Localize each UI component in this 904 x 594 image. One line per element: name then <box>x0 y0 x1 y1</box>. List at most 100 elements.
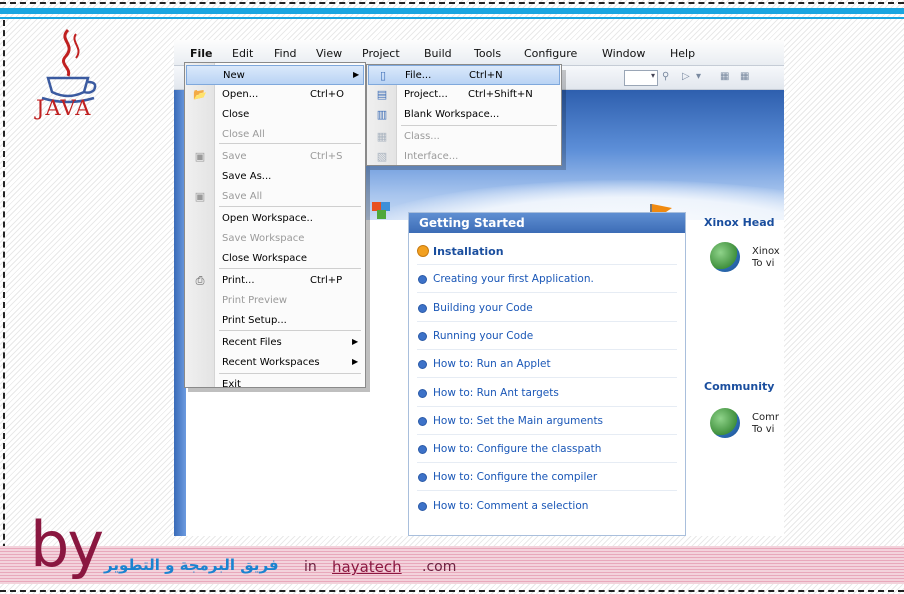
headlines-title: Xinox Head <box>704 216 775 229</box>
new-submenu-item-shortcut: Ctrl+N <box>469 70 503 81</box>
file-menu-item-exit[interactable]: Exit <box>186 375 364 395</box>
link-bullet-icon <box>418 275 427 285</box>
menu-project[interactable]: Project <box>362 47 400 60</box>
file-menu-item-label: Save As... <box>222 171 272 182</box>
file-menu-item-label: Open Workspace.. <box>222 213 313 224</box>
file-icon: ▯ <box>379 69 387 82</box>
file-menu-item-save-all[interactable]: ▣ Save All <box>186 187 364 207</box>
interface-icon: ▧ <box>376 150 388 163</box>
file-menu-item-label: Open... <box>222 89 259 100</box>
link-separator <box>417 292 677 294</box>
community-title: Community <box>704 380 775 393</box>
link-bullet-icon <box>418 445 427 455</box>
file-menu-item-label: Close <box>222 109 250 120</box>
file-menu-item-label: New <box>223 70 245 81</box>
link-separator <box>417 433 677 435</box>
file-menu-item-label: Save <box>222 151 247 162</box>
new-submenu-item-interface[interactable]: ▧ Interface... <box>368 147 560 167</box>
link-separator <box>417 320 677 322</box>
getting-started-link[interactable]: Creating your first Application. <box>433 273 594 285</box>
link-separator <box>417 405 677 407</box>
headlines-text-2: To vi <box>752 258 775 269</box>
community-globe-icon <box>710 408 740 438</box>
link-bullet-icon <box>418 360 427 370</box>
top-accent-bar <box>0 8 904 14</box>
getting-started-link[interactable]: How to: Run an Applet <box>433 358 551 370</box>
menu-build[interactable]: Build <box>424 47 452 60</box>
file-menu-item-close-all[interactable]: Close All <box>186 125 364 145</box>
toolbar-binoculars-icon[interactable]: ⚲ <box>662 71 674 84</box>
file-menu-item-recent-workspaces[interactable]: Recent Workspaces ▶ <box>186 353 364 373</box>
footer-by: by <box>30 508 104 581</box>
file-menu-item-label: Recent Files <box>222 337 282 348</box>
file-menu-item-open[interactable]: 📂 Open... Ctrl+O <box>186 85 364 105</box>
file-menu-item-open-workspace[interactable]: Open Workspace.. <box>186 209 364 229</box>
file-menu-item-save-workspace[interactable]: Save Workspace <box>186 229 364 249</box>
link-bullet-icon <box>418 416 427 426</box>
new-submenu-item-project[interactable]: ▤ Project... Ctrl+Shift+N <box>368 85 560 105</box>
new-submenu-item-label: Blank Workspace... <box>404 109 500 120</box>
file-menu-item-label: Close All <box>222 129 265 140</box>
toolbar-grid2-icon[interactable]: ▦ <box>740 71 752 84</box>
menu-separator <box>219 268 361 269</box>
printer-icon: ⎙ <box>195 274 205 287</box>
menu-help[interactable]: Help <box>670 47 695 60</box>
menu-view[interactable]: View <box>316 47 342 60</box>
file-menu-item-save-as[interactable]: Save As... <box>186 167 364 187</box>
toolbar-grid-icon[interactable]: ▦ <box>720 71 732 84</box>
community-text-2: To vi <box>752 424 775 435</box>
link-separator <box>417 490 677 492</box>
file-menu-item-save[interactable]: ▣ Save Ctrl+S <box>186 147 364 167</box>
java-logo-text: JAVA <box>36 96 92 120</box>
file-menu-item-label: Print Setup... <box>222 315 287 326</box>
new-submenu: ▯ File... Ctrl+N ▤ Project... Ctrl+Shift+N ▥ Bl… <box>366 64 562 166</box>
menu-separator <box>401 125 557 126</box>
new-submenu-item-file[interactable]: ▯ File... Ctrl+N <box>368 65 560 85</box>
toolbar-combo[interactable]: ▾ <box>624 70 658 86</box>
menu-file[interactable]: File <box>190 47 213 60</box>
file-menu-item-close[interactable]: Close <box>186 105 364 125</box>
file-menu-item-print[interactable]: ⎙ Print... Ctrl+P <box>186 271 364 291</box>
bottom-dashed-border <box>0 590 904 592</box>
workspace-icon: ▥ <box>376 108 388 121</box>
getting-started-link[interactable]: How to: Run Ant targets <box>433 387 559 399</box>
file-menu-item-label: Save Workspace <box>222 233 305 244</box>
submenu-arrow-icon: ▶ <box>352 337 359 346</box>
file-menu-item-print-setup[interactable]: Print Setup... <box>186 311 364 331</box>
getting-started-link[interactable]: How to: Set the Main arguments <box>433 415 603 427</box>
footer-in: in <box>304 559 317 575</box>
menu-edit[interactable]: Edit <box>232 47 253 60</box>
getting-started-link[interactable]: How to: Configure the classpath <box>433 443 601 455</box>
menu-find[interactable]: Find <box>274 47 297 60</box>
link-separator <box>417 348 677 350</box>
left-dashed-border <box>3 20 5 580</box>
getting-started-link[interactable]: Building your Code <box>433 302 533 314</box>
menu-window[interactable]: Window <box>602 47 645 60</box>
file-menu-item-recent-files[interactable]: Recent Files ▶ <box>186 333 364 353</box>
footer-site-link[interactable]: hayatech <box>332 558 402 576</box>
toolbar-run-icon[interactable]: ▷ <box>682 71 694 84</box>
link-bullet-icon <box>417 245 429 257</box>
getting-started-link[interactable]: How to: Comment a selection <box>433 500 588 512</box>
menu-separator <box>219 143 361 144</box>
menu-separator <box>219 330 361 331</box>
headlines-globe-icon <box>710 242 740 272</box>
new-submenu-item-shortcut: Ctrl+Shift+N <box>468 89 533 100</box>
save-all-icon: ▣ <box>194 190 206 203</box>
getting-started-link[interactable]: Installation <box>433 245 504 258</box>
new-submenu-item-class[interactable]: ▦ Class... <box>368 127 560 147</box>
menu-configure[interactable]: Configure <box>524 47 577 60</box>
menu-tools[interactable]: Tools <box>474 47 501 60</box>
file-menu-item-new[interactable]: New ▶ <box>186 65 364 85</box>
new-submenu-item-blank-workspace[interactable]: ▥ Blank Workspace... <box>368 105 560 125</box>
new-submenu-item-label: File... <box>405 70 432 81</box>
file-menu-item-label: Print... <box>222 275 255 286</box>
link-separator <box>417 462 677 464</box>
file-menu-item-close-workspace[interactable]: Close Workspace <box>186 249 364 269</box>
file-menu-item-shortcut: Ctrl+S <box>310 151 343 162</box>
file-menu-item-print-preview[interactable]: Print Preview <box>186 291 364 311</box>
menu-separator <box>219 373 361 374</box>
getting-started-link[interactable]: How to: Configure the compiler <box>433 471 597 483</box>
toolbar-dropdown-icon[interactable]: ▾ <box>696 71 708 84</box>
getting-started-link[interactable]: Running your Code <box>433 330 533 342</box>
